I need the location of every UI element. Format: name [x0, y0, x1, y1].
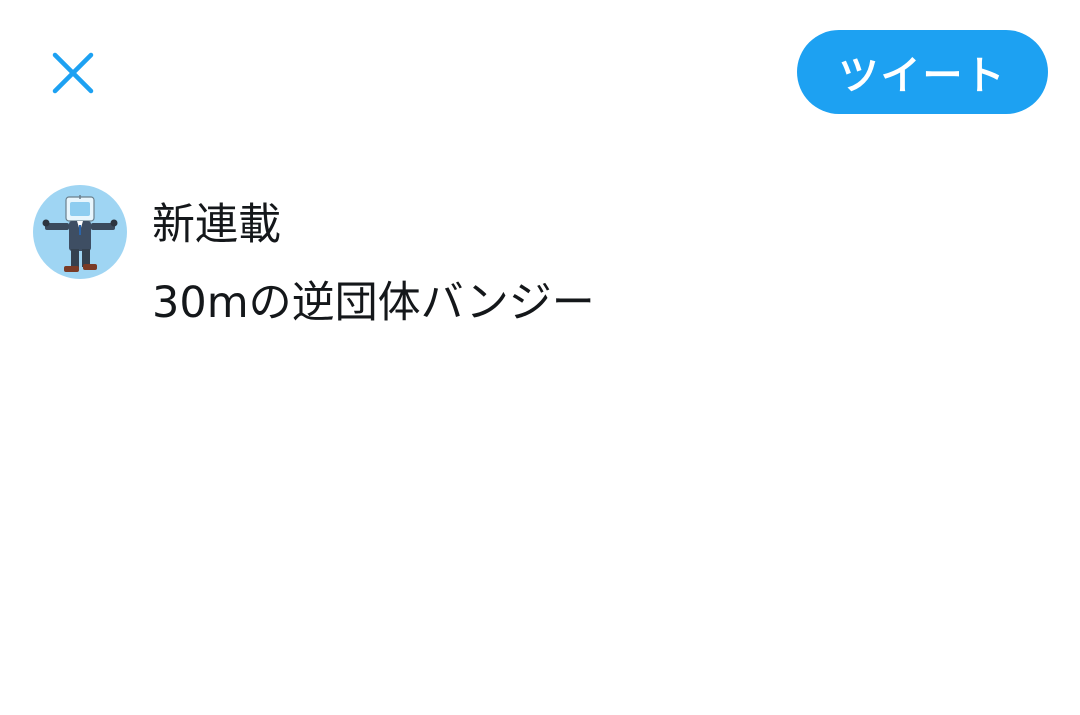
tweet-text-line: 30mの逆団体バンジー — [152, 278, 595, 328]
tweet-compose-screen: ツイート 新連載 30mの逆団体バンジー — [0, 0, 1080, 715]
tweet-text-line: 新連載 — [152, 200, 281, 250]
close-button[interactable] — [44, 44, 102, 102]
avatar[interactable] — [33, 185, 127, 279]
avatar-character-icon — [42, 195, 118, 272]
tweet-text-area[interactable]: 新連載 30mの逆団体バンジー — [152, 186, 1032, 342]
close-icon — [52, 52, 94, 94]
tweet-button[interactable]: ツイート — [797, 30, 1048, 114]
